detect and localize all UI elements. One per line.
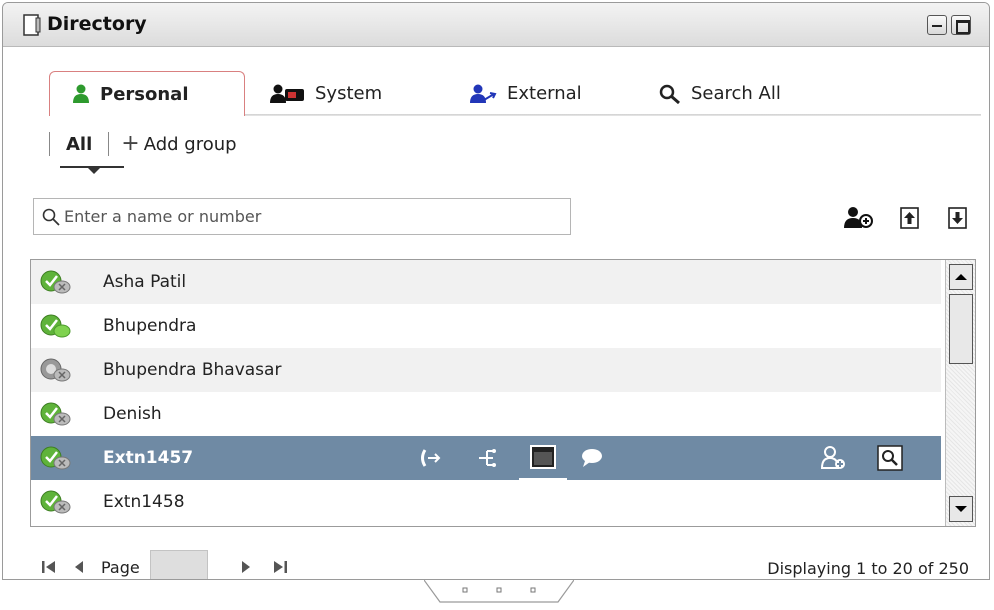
available-offline-chat-icon <box>40 270 71 294</box>
tab-personal-label: Personal <box>100 83 189 105</box>
transfer-icon[interactable] <box>477 436 499 480</box>
contact-list: Asha Patil Bhupendra Bhupendra Bhavasar <box>30 259 976 527</box>
contact-name: Bhupendra <box>103 316 197 336</box>
list-item-selected[interactable]: Extn1457 <box>31 436 941 480</box>
tab-external[interactable]: External <box>469 71 582 116</box>
next-page-icon[interactable] <box>240 559 252 575</box>
view-details-button[interactable] <box>877 436 903 480</box>
first-page-icon[interactable] <box>41 559 57 575</box>
search-icon <box>42 208 60 226</box>
video-call-button[interactable] <box>519 436 567 480</box>
available-offline-chat-icon <box>40 490 71 514</box>
person-icon <box>73 84 89 103</box>
vertical-scrollbar[interactable] <box>945 260 975 526</box>
tab-system[interactable]: System <box>269 71 382 116</box>
caret-down-icon <box>88 167 100 174</box>
plus-icon: + <box>121 131 140 156</box>
video-window-icon <box>530 445 556 469</box>
call-icon[interactable] <box>419 436 441 480</box>
available-offline-chat-icon <box>40 402 71 426</box>
magnifier-icon <box>877 445 903 471</box>
available-offline-chat-icon <box>40 446 71 470</box>
contact-name: Asha Patil <box>103 272 187 292</box>
directory-icon <box>23 14 41 36</box>
available-chat-icon <box>40 314 71 338</box>
search-box <box>33 198 571 235</box>
tab-external-label: External <box>507 83 582 104</box>
add-group-label: Add group <box>143 133 237 155</box>
contact-name: Denish <box>103 404 162 424</box>
group-all[interactable]: All <box>50 133 124 174</box>
maximize-button[interactable] <box>951 15 971 35</box>
add-contact-icon[interactable] <box>843 206 875 230</box>
list-item[interactable]: Bhupendra Bhavasar <box>31 348 941 392</box>
group-all-label: All <box>66 133 93 155</box>
resize-grip[interactable] <box>424 580 574 606</box>
scroll-thumb[interactable] <box>949 294 973 364</box>
export-icon[interactable] <box>947 206 969 230</box>
contact-name: Extn1458 <box>103 492 185 512</box>
chat-bubble-icon[interactable] <box>579 436 605 480</box>
window-title: Directory <box>47 13 147 35</box>
previous-page-icon[interactable] <box>73 559 85 575</box>
tab-system-label: System <box>315 83 383 104</box>
minimize-button[interactable] <box>927 15 947 35</box>
add-group-button[interactable]: + Add group <box>121 133 236 155</box>
list-item[interactable]: Extn1458 <box>31 480 941 524</box>
external-contact-icon <box>470 84 497 103</box>
search-input[interactable] <box>64 207 544 226</box>
scroll-down-button[interactable] <box>949 496 973 522</box>
import-icon[interactable] <box>899 206 921 230</box>
list-item[interactable]: Asha Patil <box>31 260 941 304</box>
scroll-up-button[interactable] <box>949 264 973 290</box>
divider <box>108 132 110 156</box>
contact-name: Bhupendra Bhavasar <box>103 360 282 380</box>
tab-search-all[interactable]: Search All <box>659 71 781 116</box>
unavailable-icon <box>40 358 71 382</box>
system-contacts-icon <box>270 84 304 103</box>
page-number-input[interactable] <box>149 550 208 579</box>
title-bar: Directory <box>3 3 989 47</box>
last-page-icon[interactable] <box>272 559 288 575</box>
pagination: Page <box>41 550 304 579</box>
display-count: Displaying 1 to 20 of 250 <box>767 559 969 578</box>
list-item[interactable]: Bhupendra <box>31 304 941 348</box>
magnifier-icon <box>659 84 680 104</box>
contact-name: Extn1457 <box>103 448 194 468</box>
page-label: Page <box>101 557 140 577</box>
list-item[interactable]: Denish <box>31 392 941 436</box>
tab-search-all-label: Search All <box>691 83 781 104</box>
tab-personal[interactable]: Personal <box>49 71 245 116</box>
group-nav: All + Add group <box>49 129 237 174</box>
add-to-personal-icon[interactable] <box>819 436 847 480</box>
directory-window: Directory Personal System External Searc… <box>2 2 990 580</box>
